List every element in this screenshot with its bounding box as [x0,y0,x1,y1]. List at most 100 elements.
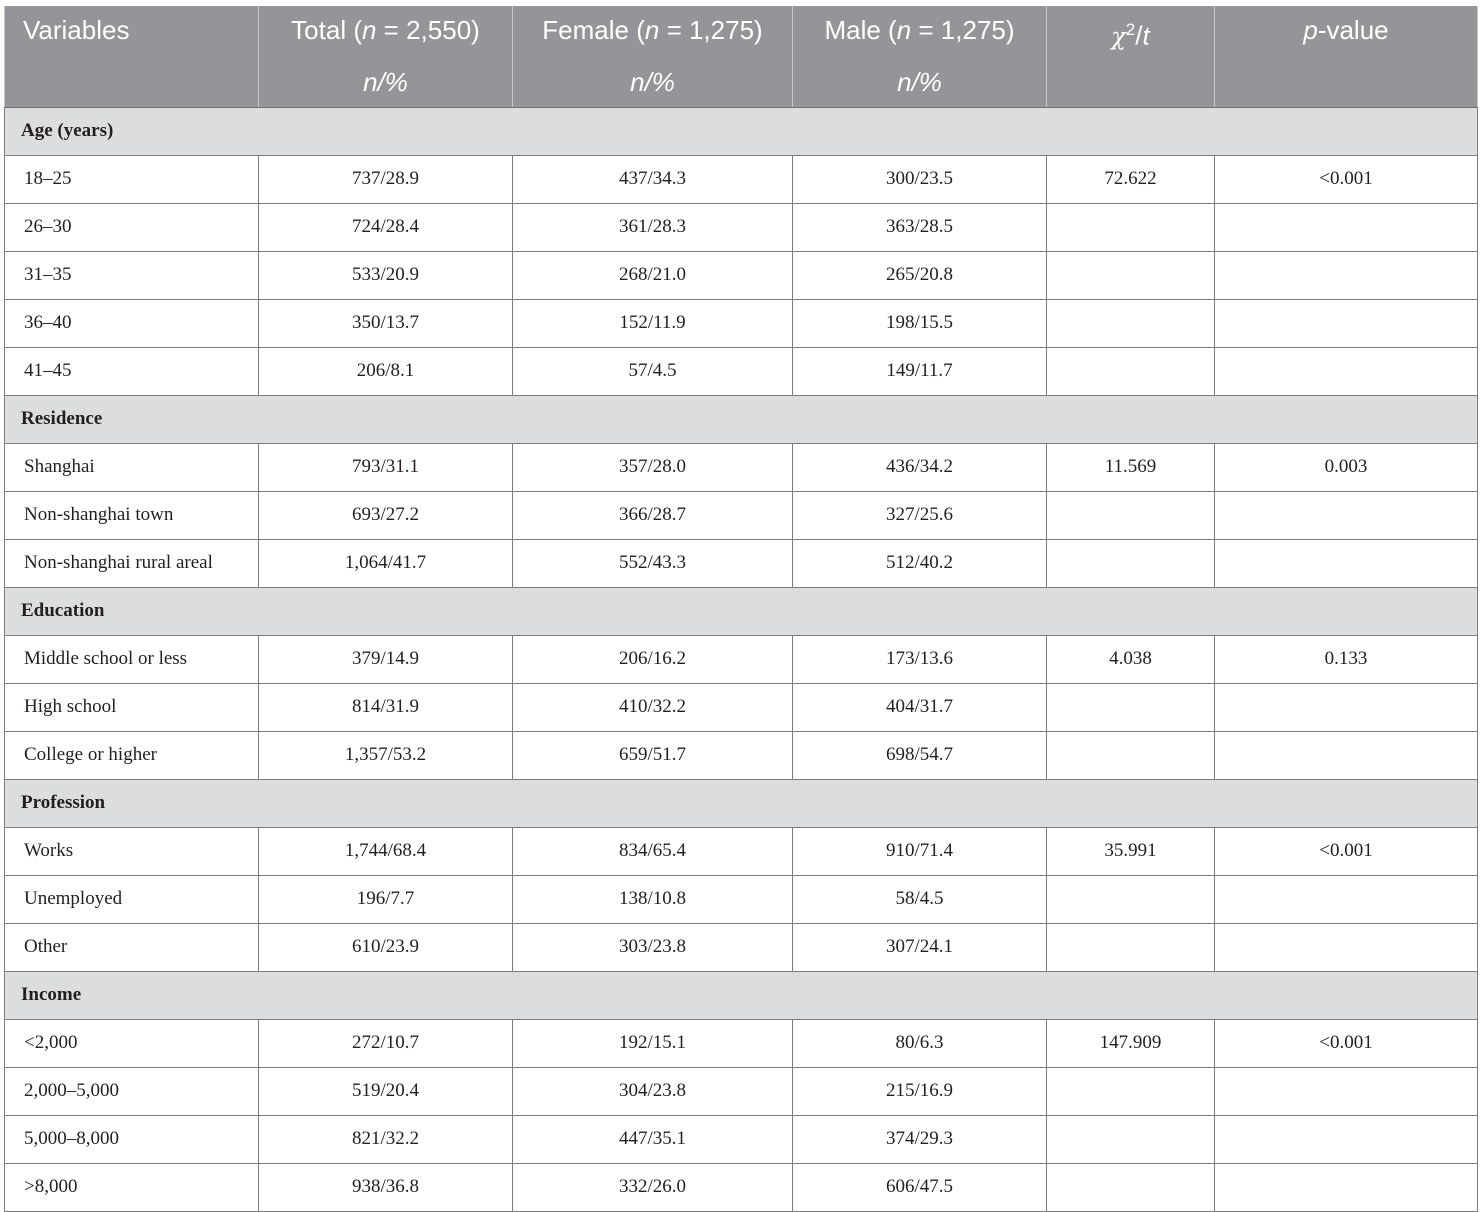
demographics-table-container: Variables Total (n = 2,550) Female (n = … [4,6,1478,1212]
cell-female: 659/51.7 [512,730,793,780]
table-row: 18–25 737/28.9 437/34.3 300/23.5 72.622 <0.00… [4,154,1478,204]
cell-chi: 11.569 [1046,442,1215,492]
table-row: College or higher 1,357/53.2 659/51.7 698/5… [4,730,1478,780]
cell-female: 447/35.1 [512,1114,793,1164]
cell-total: 814/31.9 [258,682,513,732]
cell-female: 552/43.3 [512,538,793,588]
cell-chi [1046,250,1215,300]
row-label: Non-shanghai rural areal [4,538,259,588]
cell-total: 737/28.9 [258,154,513,204]
cell-male: 265/20.8 [792,250,1047,300]
section-title: Income [4,970,1478,1020]
cell-male: 910/71.4 [792,826,1047,876]
row-label: 41–45 [4,346,259,396]
row-label: Middle school or less [4,634,259,684]
cell-p [1214,1066,1478,1116]
table-row: 5,000–8,000 821/32.2 447/35.1 374/29.3 [4,1114,1478,1164]
section-title: Residence [4,394,1478,444]
cell-p [1214,874,1478,924]
table-row: Non-shanghai town 693/27.2 366/28.7 327/25.… [4,490,1478,540]
table-body: Age (years) 18–25 737/28.9 437/34.3 300/23.… [4,106,1478,1212]
row-label: <2,000 [4,1018,259,1068]
cell-p [1214,682,1478,732]
cell-male: 307/24.1 [792,922,1047,972]
cell-total: 793/31.1 [258,442,513,492]
header-sub-empty [4,60,259,108]
cell-male: 173/13.6 [792,634,1047,684]
row-label: 5,000–8,000 [4,1114,259,1164]
cell-p [1214,250,1478,300]
row-label: Shanghai [4,442,259,492]
cell-female: 332/26.0 [512,1162,793,1212]
cell-chi [1046,298,1215,348]
row-label: High school [4,682,259,732]
cell-total: 724/28.4 [258,202,513,252]
row-label: 26–30 [4,202,259,252]
cell-male: 374/29.3 [792,1114,1047,1164]
cell-male: 404/31.7 [792,682,1047,732]
cell-chi [1046,538,1215,588]
cell-female: 192/15.1 [512,1018,793,1068]
cell-total: 272/10.7 [258,1018,513,1068]
cell-p: <0.001 [1214,154,1478,204]
header-row: Variables Total (n = 2,550) Female (n = … [4,6,1478,61]
cell-total: 1,744/68.4 [258,826,513,876]
section-row: Age (years) [4,106,1478,156]
cell-male: 436/34.2 [792,442,1047,492]
cell-p [1214,346,1478,396]
cell-p: 0.133 [1214,634,1478,684]
cell-male: 300/23.5 [792,154,1047,204]
header-sub-empty [1046,60,1215,108]
table-row: >8,000 938/36.8 332/26.0 606/47.5 [4,1162,1478,1212]
cell-female: 152/11.9 [512,298,793,348]
header-total: Total (n = 2,550) [258,6,513,61]
header-chi-square: χ2/t [1046,6,1215,61]
cell-p [1214,298,1478,348]
cell-total: 533/20.9 [258,250,513,300]
demographics-table: Variables Total (n = 2,550) Female (n = … [4,6,1478,1212]
header-variables: Variables [4,6,259,61]
cell-male: 198/15.5 [792,298,1047,348]
header-sub-empty [1214,60,1478,108]
cell-p [1214,490,1478,540]
row-label: >8,000 [4,1162,259,1212]
table-header: Variables Total (n = 2,550) Female (n = … [4,6,1478,108]
cell-total: 821/32.2 [258,1114,513,1164]
cell-p [1214,538,1478,588]
cell-total: 938/36.8 [258,1162,513,1212]
cell-male: 149/11.7 [792,346,1047,396]
section-row: Income [4,970,1478,1020]
row-label: 18–25 [4,154,259,204]
row-label: College or higher [4,730,259,780]
cell-chi [1046,1114,1215,1164]
cell-total: 206/8.1 [258,346,513,396]
cell-chi [1046,490,1215,540]
section-title: Education [4,586,1478,636]
cell-total: 1,357/53.2 [258,730,513,780]
cell-chi [1046,922,1215,972]
cell-chi: 72.622 [1046,154,1215,204]
table-row: 26–30 724/28.4 361/28.3 363/28.5 [4,202,1478,252]
table-row: Works 1,744/68.4 834/65.4 910/71.4 35.991 <0.… [4,826,1478,876]
header-male: Male (n = 1,275) [792,6,1047,61]
table-row: 2,000–5,000 519/20.4 304/23.8 215/16.9 [4,1066,1478,1116]
cell-p [1214,730,1478,780]
cell-chi: 147.909 [1046,1018,1215,1068]
cell-female: 303/23.8 [512,922,793,972]
section-title: Age (years) [4,106,1478,156]
cell-male: 698/54.7 [792,730,1047,780]
cell-total: 379/14.9 [258,634,513,684]
cell-p [1214,202,1478,252]
cell-female: 357/28.0 [512,442,793,492]
header-p-value: p-value [1214,6,1478,61]
header-female: Female (n = 1,275) [512,6,793,61]
table-row: 31–35 533/20.9 268/21.0 265/20.8 [4,250,1478,300]
cell-female: 268/21.0 [512,250,793,300]
section-row: Profession [4,778,1478,828]
cell-male: 606/47.5 [792,1162,1047,1212]
cell-female: 361/28.3 [512,202,793,252]
cell-chi: 35.991 [1046,826,1215,876]
cell-chi [1046,1066,1215,1116]
cell-p: <0.001 [1214,826,1478,876]
cell-p: 0.003 [1214,442,1478,492]
